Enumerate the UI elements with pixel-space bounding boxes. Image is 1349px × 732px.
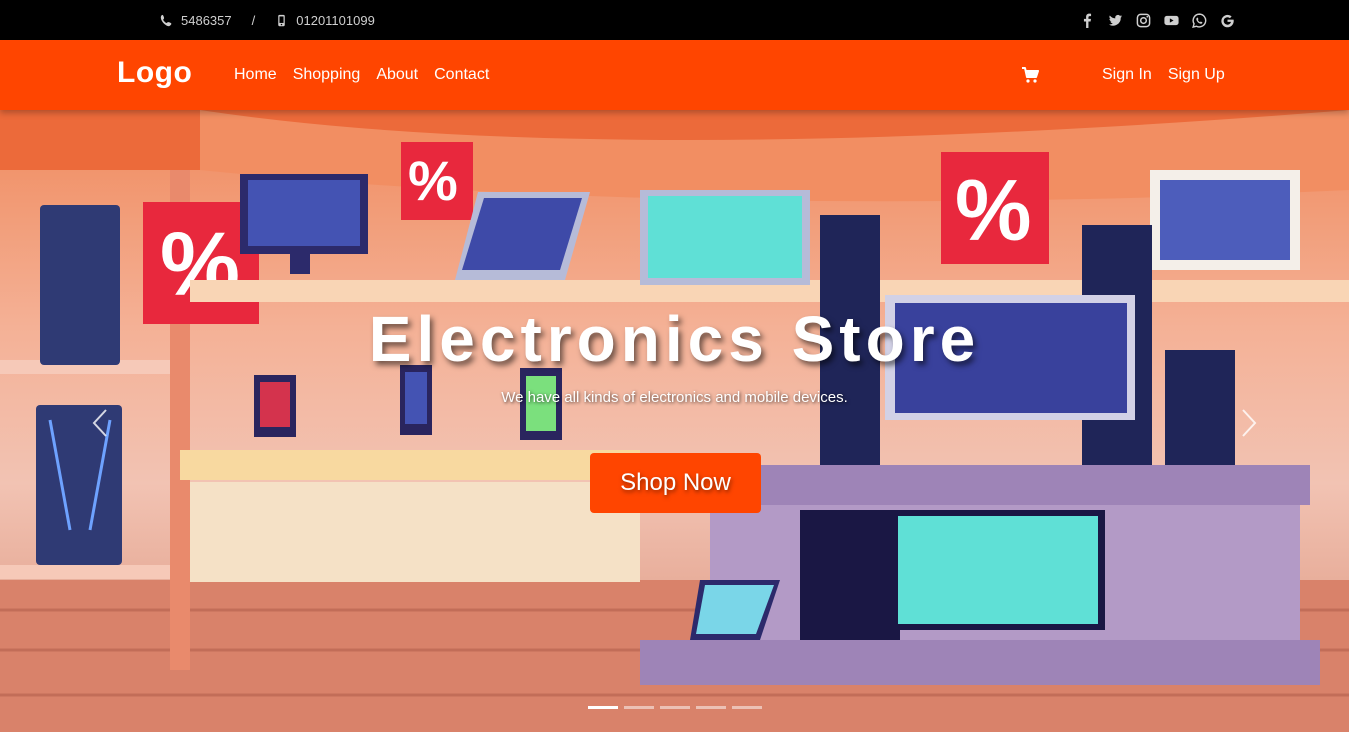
shop-now-button[interactable]: Shop Now — [590, 453, 761, 513]
phone-icon — [160, 14, 172, 26]
nav-link-contact[interactable]: Contact — [434, 66, 489, 84]
carousel-prev-arrow-icon[interactable] — [90, 408, 112, 438]
whatsapp-icon[interactable] — [1191, 12, 1207, 28]
phone-contact[interactable]: 5486357 — [160, 13, 232, 28]
instagram-icon[interactable] — [1135, 12, 1151, 28]
auth-links: Sign In Sign Up — [1102, 40, 1225, 110]
nav-link-about[interactable]: About — [376, 66, 418, 84]
youtube-icon[interactable] — [1163, 12, 1179, 28]
hero-title: Electronics Store — [368, 303, 981, 375]
carousel-indicator[interactable] — [732, 706, 762, 709]
top-bar: 5486357 / 01201101099 — [0, 0, 1349, 40]
cart-icon[interactable] — [1021, 66, 1039, 84]
carousel-indicator[interactable] — [660, 706, 690, 709]
mobile-number: 01201101099 — [296, 12, 375, 28]
nav-link-shopping[interactable]: Shopping — [293, 66, 361, 84]
contact-info: 5486357 / 01201101099 — [160, 0, 375, 40]
hero-carousel: %%% Electronics Store We have all kinds … — [0, 110, 1349, 732]
nav-links: Home Shopping About Contact — [234, 40, 489, 110]
navbar: Logo Home Shopping About Contact Sign In… — [0, 40, 1349, 110]
social-links — [1079, 0, 1235, 40]
sign-up-link[interactable]: Sign Up — [1168, 66, 1225, 84]
carousel-indicators — [588, 706, 762, 709]
google-icon[interactable] — [1219, 12, 1235, 28]
mobile-icon — [278, 14, 285, 26]
phone-number: 5486357 — [181, 12, 232, 28]
facebook-icon[interactable] — [1079, 12, 1095, 28]
logo[interactable]: Logo — [117, 56, 192, 90]
nav-link-home[interactable]: Home — [234, 66, 277, 84]
sign-in-link[interactable]: Sign In — [1102, 66, 1152, 84]
store-illustration: %%% — [0, 110, 1349, 732]
mobile-contact[interactable]: 01201101099 — [275, 13, 375, 28]
carousel-indicator[interactable] — [588, 706, 618, 709]
hero-subtitle: We have all kinds of electronics and mob… — [501, 389, 848, 406]
contact-separator: / — [251, 12, 256, 28]
carousel-indicator[interactable] — [696, 706, 726, 709]
carousel-next-arrow-icon[interactable] — [1237, 408, 1259, 438]
twitter-icon[interactable] — [1107, 12, 1123, 28]
svg-text:%: % — [408, 149, 458, 212]
carousel-indicator[interactable] — [624, 706, 654, 709]
svg-text:%: % — [955, 163, 1031, 259]
